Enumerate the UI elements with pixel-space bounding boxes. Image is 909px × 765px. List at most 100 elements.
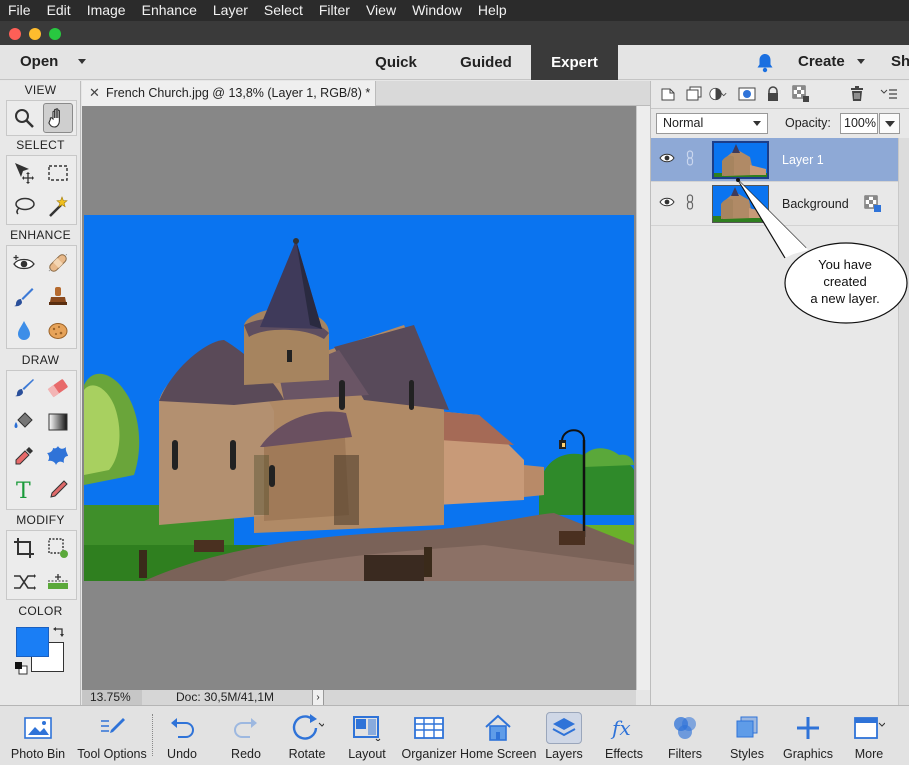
layers-button[interactable]: Layers xyxy=(538,706,590,765)
organizer-button[interactable]: Organizer xyxy=(400,706,458,765)
adjustment-layer-icon[interactable] xyxy=(709,85,727,103)
redo-button[interactable]: Redo xyxy=(220,706,272,765)
paint-bucket-icon[interactable] xyxy=(9,407,39,437)
menu-help[interactable]: Help xyxy=(470,0,515,21)
layer-thumbnail xyxy=(712,141,769,179)
menu-edit[interactable]: Edit xyxy=(39,0,79,21)
minimize-window-button[interactable] xyxy=(29,28,41,40)
lock-transparent-pixels-icon[interactable] xyxy=(792,85,810,103)
menu-filter[interactable]: Filter xyxy=(311,0,358,21)
layer-name[interactable]: Layer 1 xyxy=(782,153,824,167)
menu-enhance[interactable]: Enhance xyxy=(134,0,205,21)
view-tools xyxy=(6,100,77,136)
tool-options-button[interactable]: Tool Options xyxy=(74,706,150,765)
opacity-dropdown-icon[interactable] xyxy=(879,113,900,134)
clone-stamp-icon[interactable] xyxy=(43,282,73,312)
layer-lock-icon[interactable] xyxy=(864,195,882,216)
canvas-area[interactable] xyxy=(82,106,636,690)
swap-colors-icon[interactable] xyxy=(52,625,66,642)
app-toolbar: Open Quick Guided Expert Create Sh xyxy=(0,45,909,80)
section-label-select: SELECT xyxy=(16,138,65,152)
lasso-tool-icon[interactable] xyxy=(9,192,39,222)
share-button[interactable]: Sh xyxy=(891,53,909,70)
sponge-tool-icon[interactable] xyxy=(43,316,73,346)
type-tool-icon[interactable]: T xyxy=(9,475,39,505)
section-label-enhance: ENHANCE xyxy=(10,228,71,242)
zoom-level-field[interactable]: 13.75% xyxy=(82,690,142,705)
home-screen-button[interactable]: Home Screen xyxy=(460,706,536,765)
menu-view[interactable]: View xyxy=(358,0,404,21)
visibility-eye-icon[interactable] xyxy=(659,196,675,211)
mode-tab-guided[interactable]: Guided xyxy=(450,45,522,80)
blur-tool-icon[interactable] xyxy=(9,316,39,346)
effects-fx-icon: fx xyxy=(606,712,642,744)
foreground-color-swatch[interactable] xyxy=(16,627,49,657)
brush-tool-icon[interactable] xyxy=(9,373,39,403)
document-image[interactable] xyxy=(84,215,634,581)
red-eye-icon[interactable] xyxy=(9,248,39,278)
new-layer-icon[interactable] xyxy=(659,85,677,103)
move-tool-icon[interactable] xyxy=(9,158,39,188)
straighten-tool-icon[interactable] xyxy=(43,567,73,597)
blend-mode-select[interactable]: Normal xyxy=(656,113,768,134)
menu-file[interactable]: File xyxy=(0,0,39,21)
modify-tools xyxy=(6,530,77,600)
filters-button[interactable]: Filters xyxy=(658,706,712,765)
layer-row-background[interactable]: Background xyxy=(651,182,898,226)
photo-bin-button[interactable]: Photo Bin xyxy=(4,706,72,765)
content-aware-move-icon[interactable] xyxy=(9,567,39,597)
open-button[interactable]: Open xyxy=(20,53,58,70)
pencil-tool-icon[interactable] xyxy=(43,475,73,505)
draw-tools: T xyxy=(6,370,77,510)
create-button[interactable]: Create xyxy=(798,53,845,70)
styles-button[interactable]: Styles xyxy=(720,706,774,765)
menu-layer[interactable]: Layer xyxy=(205,0,256,21)
rectangular-marquee-icon[interactable] xyxy=(43,158,73,188)
visibility-eye-icon[interactable] xyxy=(659,152,675,167)
mode-tab-expert[interactable]: Expert xyxy=(531,45,618,80)
close-window-button[interactable] xyxy=(9,28,21,40)
zoom-tool-icon[interactable] xyxy=(9,103,39,133)
eyedropper-icon[interactable] xyxy=(9,441,39,471)
gradient-tool-icon[interactable] xyxy=(43,407,73,437)
open-dropdown-icon[interactable] xyxy=(78,59,86,64)
layout-icon xyxy=(349,712,385,744)
layer-row-layer-1[interactable]: Layer 1 xyxy=(651,138,898,182)
close-tab-icon[interactable]: ✕ xyxy=(89,81,100,105)
zoom-window-button[interactable] xyxy=(49,28,61,40)
recompose-tool-icon[interactable] xyxy=(43,533,73,563)
create-dropdown-icon[interactable] xyxy=(857,59,865,64)
new-group-icon[interactable] xyxy=(685,85,703,103)
notification-bell-icon[interactable] xyxy=(756,53,774,76)
mode-tab-quick[interactable]: Quick xyxy=(368,45,424,80)
hand-tool-icon[interactable] xyxy=(43,103,73,133)
custom-shape-icon[interactable] xyxy=(43,441,73,471)
opacity-input[interactable]: 100% xyxy=(840,113,878,134)
effects-button[interactable]: fx Effects xyxy=(598,706,650,765)
default-colors-icon[interactable] xyxy=(14,661,28,678)
spot-healing-icon[interactable] xyxy=(43,248,73,278)
eraser-tool-icon[interactable] xyxy=(43,373,73,403)
layers-panel-scrollbar[interactable] xyxy=(898,138,909,705)
smart-brush-icon[interactable] xyxy=(9,282,39,312)
layer-link-icon[interactable] xyxy=(685,150,695,169)
panel-menu-icon[interactable] xyxy=(880,85,898,103)
canvas-vertical-scrollbar[interactable] xyxy=(636,106,650,690)
crop-tool-icon[interactable] xyxy=(9,533,39,563)
layer-link-icon[interactable] xyxy=(685,194,695,213)
magic-wand-icon[interactable] xyxy=(43,192,73,222)
graphics-button[interactable]: Graphics xyxy=(778,706,838,765)
menu-image[interactable]: Image xyxy=(79,0,134,21)
layer-name[interactable]: Background xyxy=(782,197,849,211)
menu-window[interactable]: Window xyxy=(404,0,470,21)
lock-all-icon[interactable] xyxy=(764,85,782,103)
undo-button[interactable]: Undo xyxy=(156,706,208,765)
layer-mask-icon[interactable] xyxy=(738,85,756,103)
document-tab[interactable]: ✕ French Church.jpg @ 13,8% (Layer 1, RG… xyxy=(82,81,376,106)
delete-layer-icon[interactable] xyxy=(848,85,866,103)
menu-select[interactable]: Select xyxy=(256,0,311,21)
status-menu-arrow-icon[interactable]: › xyxy=(312,690,324,705)
more-button[interactable]: More xyxy=(842,706,896,765)
rotate-button[interactable]: Rotate xyxy=(280,706,334,765)
layout-button[interactable]: Layout xyxy=(340,706,394,765)
